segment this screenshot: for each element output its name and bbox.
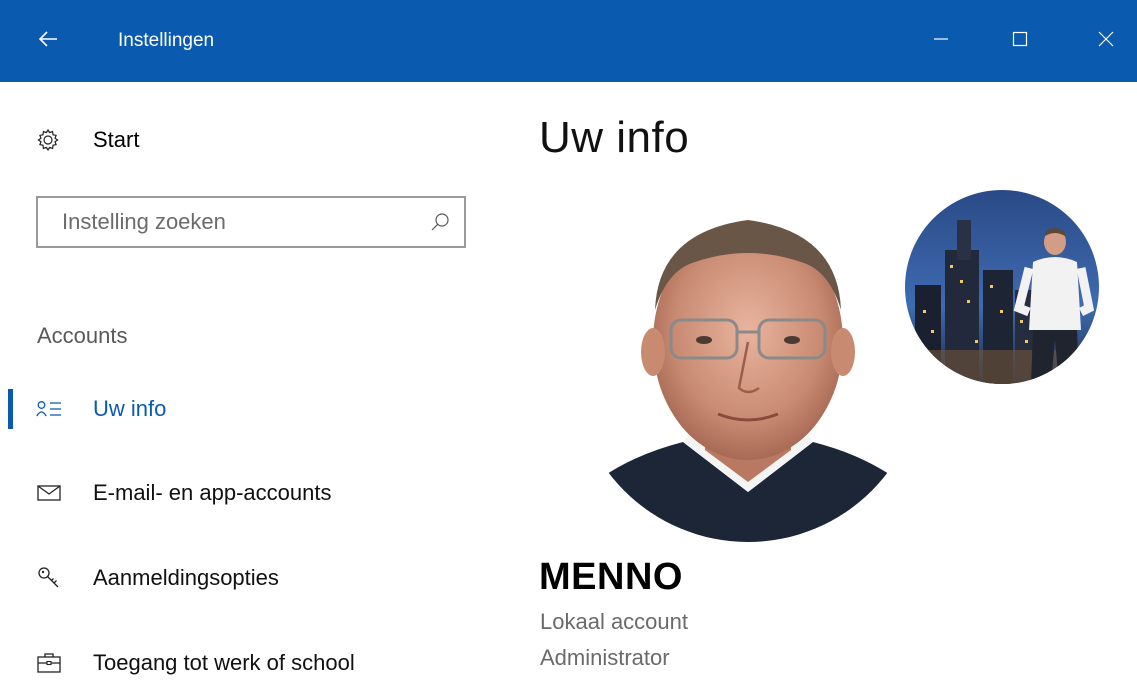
mail-icon [36, 482, 62, 504]
secondary-profile-photo[interactable] [905, 190, 1099, 384]
user-name: MENNO [539, 556, 683, 598]
sidebar-item-label: Aanmeldingsopties [93, 565, 279, 590]
close-button[interactable] [1062, 0, 1137, 82]
sidebar-item-uw-info[interactable]: Uw info [36, 389, 166, 429]
window-title: Instellingen [118, 30, 215, 51]
sidebar-item-toegang-werk-school[interactable]: Toegang tot werk of school [36, 643, 355, 683]
back-button[interactable] [0, 0, 96, 82]
user-role: Administrator [540, 645, 670, 670]
page-title: Uw info [539, 113, 690, 162]
briefcase-icon [36, 652, 62, 674]
profile-photo [573, 192, 923, 542]
sidebar-item-email-app-accounts[interactable]: E-mail- en app-accounts [36, 473, 331, 513]
minimize-button[interactable] [897, 0, 985, 82]
sidebar-item-label: E-mail- en app-accounts [93, 480, 332, 505]
search-input[interactable] [60, 208, 430, 236]
account-type: Lokaal account [540, 609, 688, 634]
sidebar-item-label: Toegang tot werk of school [93, 650, 355, 675]
search-icon[interactable] [430, 212, 450, 232]
title-bar: Instellingen [0, 0, 1137, 82]
sidebar-item-label: Uw info [93, 396, 167, 421]
back-arrow-icon [38, 30, 58, 53]
section-header-accounts: Accounts [37, 323, 128, 348]
active-indicator [8, 389, 13, 429]
minimize-icon [933, 31, 949, 52]
person-list-icon [36, 398, 62, 420]
search-box[interactable] [36, 196, 466, 248]
key-icon [36, 567, 62, 589]
sidebar-item-aanmeldingsopties[interactable]: Aanmeldingsopties [36, 558, 279, 598]
sidebar-home-start[interactable]: Start [36, 124, 139, 156]
maximize-button[interactable] [976, 0, 1064, 82]
sidebar-home-label: Start [93, 127, 140, 152]
close-icon [1098, 31, 1114, 52]
gear-icon [36, 128, 60, 152]
maximize-icon [1012, 31, 1028, 52]
